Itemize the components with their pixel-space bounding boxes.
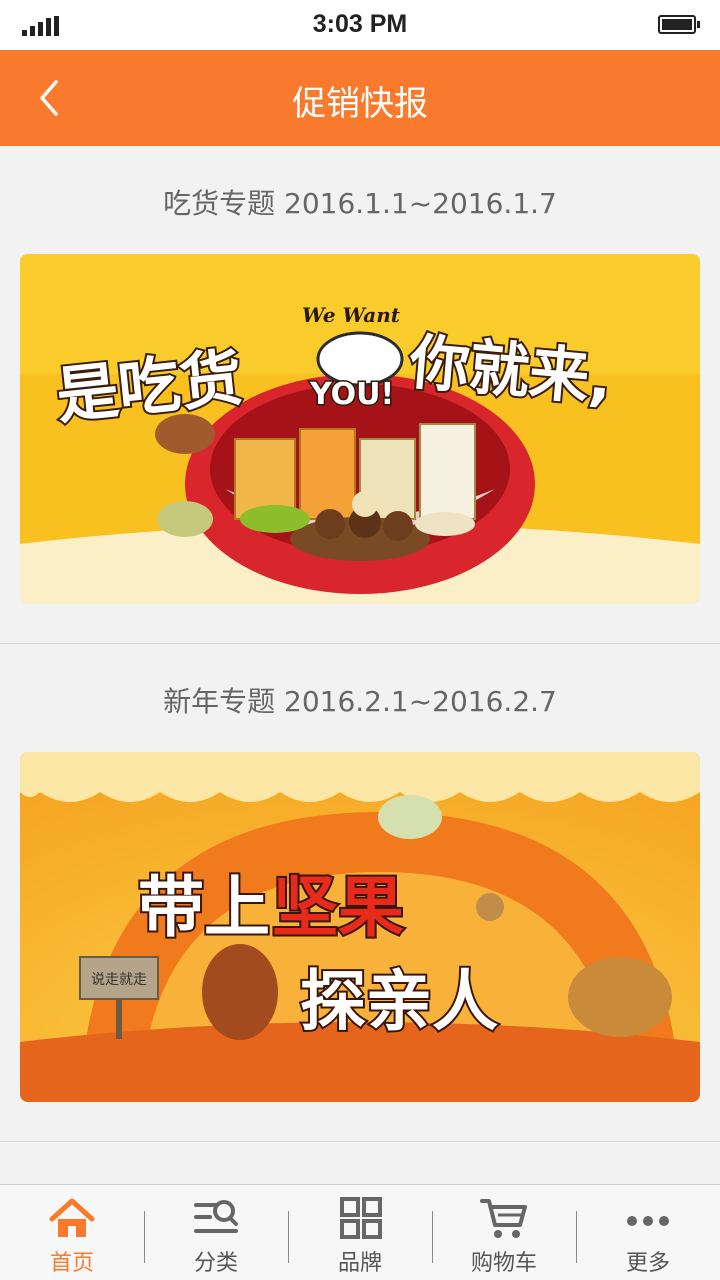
promo-item: 新年专题 2016.2.1~2016.2.7 说走就走 带上 坚果 探亲人 xyxy=(0,644,720,1142)
banner-sign-text: 说走就走 xyxy=(91,972,147,988)
tab-label: 分类 xyxy=(193,1251,238,1276)
tab-label: 更多 xyxy=(625,1251,670,1276)
home-icon xyxy=(48,1197,96,1241)
banner-headline-line1b: 坚果 xyxy=(272,869,404,946)
banner-you-text: YOU! xyxy=(309,377,394,412)
promo-banner-newyear[interactable]: 说走就走 带上 坚果 探亲人 xyxy=(20,752,700,1102)
category-search-icon xyxy=(192,1197,240,1241)
tab-home[interactable]: 首页 xyxy=(0,1185,144,1280)
tab-label: 购物车 xyxy=(470,1251,537,1276)
tab-category[interactable]: 分类 xyxy=(144,1185,288,1280)
tab-cart[interactable]: 购物车 xyxy=(432,1185,576,1280)
tab-label: 品牌 xyxy=(337,1251,382,1276)
promo-title: 吃货专题 2016.1.1~2016.1.7 xyxy=(163,187,557,220)
banner-headline-line2: 探亲人 xyxy=(300,963,498,1040)
promo-banner-foodie[interactable]: 是吃货 你就来, We Want YOU! xyxy=(20,254,700,604)
banner-small-text: We Want xyxy=(302,303,401,327)
page-title: 促销快报 xyxy=(292,84,428,124)
bottom-tab-bar: 首页 分类 品牌 购物车 更多 xyxy=(0,1184,720,1280)
promo-list: 吃货专题 2016.1.1~2016.1.7 是吃货 你就来, We Want … xyxy=(0,146,720,1142)
grid-icon xyxy=(336,1197,384,1241)
promo-title: 新年专题 2016.2.1~2016.2.7 xyxy=(163,685,557,718)
tab-brand[interactable]: 品牌 xyxy=(288,1185,432,1280)
battery-icon xyxy=(658,15,700,34)
status-bar: 3:03 PM xyxy=(0,0,720,50)
promo-item: 吃货专题 2016.1.1~2016.1.7 是吃货 你就来, We Want … xyxy=(0,146,720,644)
header-bar: 促销快报 xyxy=(0,50,720,146)
tab-more[interactable]: 更多 xyxy=(576,1185,720,1280)
status-time: 3:03 PM xyxy=(312,10,408,38)
cart-icon xyxy=(480,1197,528,1241)
banner-headline-line1a: 带上 xyxy=(138,869,270,946)
more-icon xyxy=(624,1197,672,1241)
tab-label: 首页 xyxy=(49,1251,94,1276)
